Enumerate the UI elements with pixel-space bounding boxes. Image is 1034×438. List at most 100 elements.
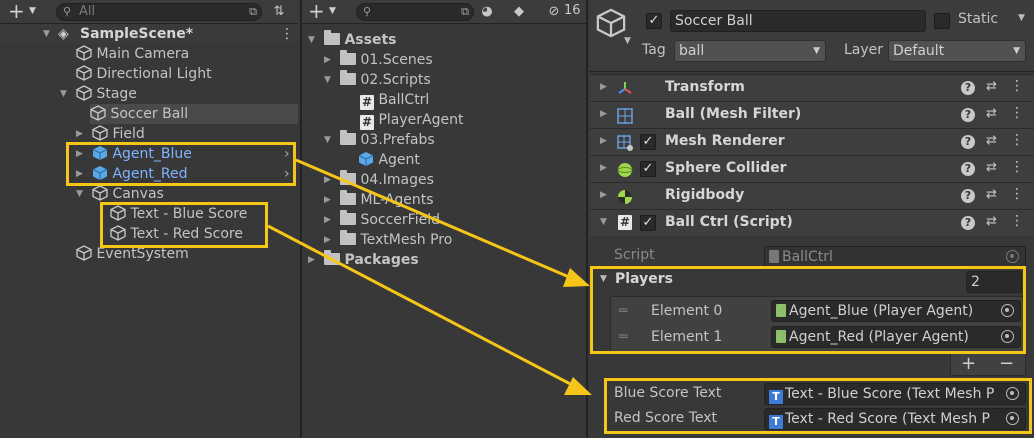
project-asset-agent[interactable]: Agent (358, 150, 420, 170)
component-ball-ctrl-script[interactable]: ▼ # ✓ Ball Ctrl (Script) ? ⇄ ⋮ (590, 209, 1034, 236)
component-enabled-checkbox[interactable]: ✓ (640, 161, 656, 177)
help-icon[interactable]: ? (961, 216, 975, 230)
project-asset-ballctrl[interactable]: # BallCtrl (360, 90, 429, 110)
create-plus-icon[interactable]: + (308, 1, 325, 21)
expand-arrow-icon[interactable]: ▼ (76, 184, 83, 204)
help-icon[interactable]: ? (961, 108, 975, 122)
item-label: Canvas (112, 186, 164, 202)
expand-arrow-icon[interactable]: ▶ (324, 210, 331, 230)
item-label: EventSystem (96, 246, 189, 262)
search-placeholder: All (79, 4, 96, 19)
icon-dropdown-icon[interactable]: ▼ (624, 36, 631, 46)
mesh-renderer-icon (617, 135, 633, 151)
hierarchy-item-directional-light[interactable]: Directional Light (76, 64, 212, 84)
help-icon[interactable]: ? (961, 81, 975, 95)
component-mesh-filter[interactable]: ▶ Ball (Mesh Filter) ? ⇄ ⋮ (590, 101, 1034, 128)
project-search-input[interactable]: ⚲ ⧉ (356, 3, 474, 21)
preset-icon[interactable]: ⇄ (986, 133, 997, 148)
project-asset-playeragent[interactable]: # PlayerAgent (360, 110, 463, 130)
component-menu-icon[interactable]: ⋮ (1010, 105, 1024, 121)
item-label: Main Camera (96, 46, 190, 62)
folder-open-icon (340, 70, 356, 85)
highlight-score-fields-box (604, 378, 1032, 434)
filter-by-label-icon[interactable]: ◆ (510, 3, 528, 21)
component-transform[interactable]: ▶ Transform ? ⇄ ⋮ (590, 74, 1034, 101)
component-menu-icon[interactable]: ⋮ (1010, 186, 1024, 202)
component-menu-icon[interactable]: ⋮ (1010, 78, 1024, 94)
preset-icon[interactable]: ⇄ (986, 160, 997, 175)
gameobject-cube-icon (90, 105, 106, 121)
help-icon[interactable]: ? (961, 162, 975, 176)
help-icon[interactable]: ? (961, 189, 975, 203)
hierarchy-search-input[interactable]: ⚲ All ⧉ (56, 3, 262, 21)
hierarchy-item-main-camera[interactable]: Main Camera (76, 44, 189, 64)
expand-arrow-icon[interactable]: ▼ (324, 70, 331, 90)
expand-arrow-icon[interactable]: ▼ (308, 30, 315, 50)
collapse-arrow-icon[interactable]: ▼ (600, 217, 607, 227)
scene-row[interactable]: ▼ ◈ SampleScene* ⋮ (0, 24, 298, 44)
expand-arrow-icon[interactable]: ▼ (60, 84, 67, 104)
preset-icon[interactable]: ⇄ (986, 79, 997, 94)
expand-arrow-icon[interactable]: ▶ (600, 109, 607, 119)
expand-arrow-icon[interactable]: ▶ (324, 170, 331, 190)
component-sphere-collider[interactable]: ▶ ✓ Sphere Collider ? ⇄ ⋮ (590, 155, 1034, 182)
folder-label: 03.Prefabs (360, 132, 435, 148)
expand-arrow-icon[interactable]: ▶ (600, 190, 607, 200)
component-rigidbody[interactable]: ▶ Rigidbody ? ⇄ ⋮ (590, 182, 1034, 209)
expand-arrow-icon[interactable]: ▶ (324, 230, 331, 250)
component-enabled-checkbox[interactable]: ✓ (640, 215, 656, 231)
search-mode-icon[interactable]: ⧉ (249, 5, 257, 19)
highlight-score-texts-box (100, 202, 268, 248)
expand-arrow-icon[interactable]: ▶ (324, 50, 331, 70)
folder-label: Packages (344, 252, 419, 268)
folder-icon (340, 190, 356, 205)
object-name-value: Soccer Ball (675, 13, 753, 29)
expand-arrow-icon[interactable]: ▶ (324, 190, 331, 210)
component-name: Ball Ctrl (Script) (665, 214, 793, 230)
filter-by-type-icon[interactable]: ◕ (478, 3, 496, 21)
help-icon[interactable]: ? (961, 135, 975, 149)
rigidbody-icon (618, 190, 632, 204)
gameobject-cube-icon (92, 125, 108, 141)
object-name-field[interactable]: Soccer Ball (670, 10, 926, 32)
remove-element-button[interactable]: − (999, 353, 1014, 374)
create-dropdown-icon[interactable]: ▼ (29, 6, 36, 16)
component-enabled-checkbox[interactable]: ✓ (640, 134, 656, 150)
preset-icon[interactable]: ⇄ (986, 187, 997, 202)
gameobject-large-icon (596, 8, 626, 38)
expand-arrow-icon[interactable]: ▶ (76, 124, 83, 144)
component-mesh-renderer[interactable]: ▶ ✓ Mesh Renderer ? ⇄ ⋮ (590, 128, 1034, 155)
add-element-button[interactable]: + (961, 353, 976, 374)
expand-arrow-icon[interactable]: ▼ (43, 24, 50, 44)
create-dropdown-icon[interactable]: ▼ (329, 6, 336, 16)
static-checkbox[interactable] (934, 13, 950, 29)
component-menu-icon[interactable]: ⋮ (1010, 213, 1024, 229)
sort-icon[interactable]: ⇅ (270, 3, 288, 21)
tag-dropdown[interactable]: ball ▼ (674, 40, 826, 62)
expand-arrow-icon[interactable]: ▼ (324, 130, 331, 150)
static-dropdown-icon[interactable]: ▼ (1018, 13, 1025, 23)
hierarchy-item-soccer-ball[interactable]: Soccer Ball (90, 104, 298, 124)
layer-dropdown[interactable]: Default ▼ (888, 40, 1026, 62)
expand-arrow-icon[interactable]: ▶ (600, 136, 607, 146)
expand-arrow-icon[interactable]: ▶ (600, 163, 607, 173)
static-label: Static (958, 11, 999, 27)
preset-icon[interactable]: ⇄ (986, 214, 997, 229)
folder-label: SoccerField (360, 212, 440, 228)
create-plus-icon[interactable]: + (8, 1, 25, 21)
folder-icon (340, 50, 356, 65)
active-checkbox[interactable]: ✓ (646, 13, 662, 29)
hidden-packages-eye-icon[interactable]: ⊘ (542, 3, 566, 21)
script-label: Script (614, 247, 655, 263)
sphere-collider-icon (617, 163, 633, 177)
expand-arrow-icon[interactable]: ▶ (600, 82, 607, 92)
expand-arrow-icon[interactable]: ▶ (308, 250, 315, 270)
prefab-cube-icon (358, 152, 374, 166)
chevron-down-icon: ▼ (1013, 46, 1020, 56)
component-menu-icon[interactable]: ⋮ (1010, 132, 1024, 148)
search-mode-icon[interactable]: ⧉ (461, 5, 469, 19)
gameobject-cube-icon (92, 185, 108, 201)
preset-icon[interactable]: ⇄ (986, 106, 997, 121)
scene-menu-icon[interactable]: ⋮ (280, 24, 294, 44)
component-menu-icon[interactable]: ⋮ (1010, 159, 1024, 175)
